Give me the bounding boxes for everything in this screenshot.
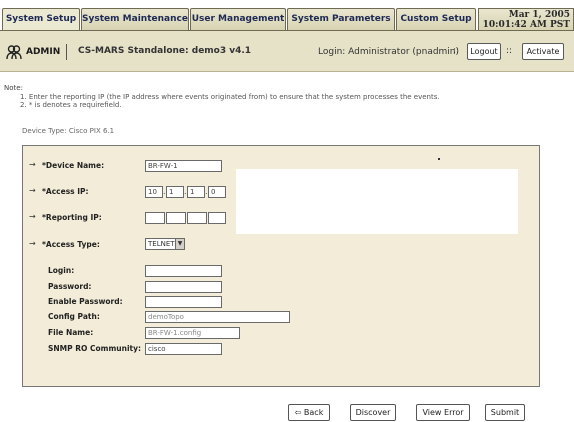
chevron-down-icon[interactable]: ▼ [175,239,184,249]
view-error-button[interactable]: View Error [416,404,470,421]
access-ip-octet-3[interactable]: 1 [187,186,205,198]
tab-system-maintenance[interactable]: System Maintenance [81,8,189,30]
tab-system-parameters[interactable]: System Parameters [287,8,395,30]
enable-password-label: Enable Password: [48,297,123,306]
arrow-icon: → [29,212,36,221]
tab-user-management[interactable]: User Management [190,8,286,30]
device-name-label: *Device Name: [42,161,105,170]
time-text: 10:01:42 AM PST [482,20,570,30]
note-line: 2. * is denotes a requirefield. [20,101,122,109]
logout-button[interactable]: Logout [467,43,501,60]
access-type-value: TELNET [148,240,175,248]
header-separator: :: [506,46,513,56]
file-name-input[interactable]: BR-FW-1.config [145,327,240,339]
login-input[interactable] [145,265,222,277]
header-separator: :: [453,46,460,56]
snmp-community-input[interactable]: cisco [145,343,222,355]
password-input[interactable] [145,281,222,293]
reporting-ip-label: *Reporting IP: [42,213,102,222]
reporting-ip-octet-2[interactable] [166,212,186,224]
access-ip-octet-2[interactable]: 1 [166,186,184,198]
stray-dot [438,158,440,160]
user-role-label: ADMIN [26,47,61,57]
system-title: CS-MARS Standalone: demo3 v4.1 [78,46,252,56]
header-divider [66,44,67,60]
datetime-display: Mar 1, 2005 10:01:42 AM PST [478,8,574,30]
date-text: Mar 1, 2005 [508,10,570,20]
top-nav: System Setup System Maintenance User Man… [0,0,574,30]
arrow-icon: → [29,186,36,195]
enable-password-input[interactable] [145,296,222,308]
back-button[interactable]: ⇦ Back [288,404,330,421]
tab-system-setup[interactable]: System Setup [2,8,80,30]
login-info: Login: Administrator (pnadmin) [318,47,460,57]
device-type-label: Device Type: Cisco PIX 6.1 [22,127,115,135]
access-ip-octet-4[interactable]: 0 [208,186,226,198]
config-path-label: Config Path: [48,312,100,321]
access-ip-octet-1[interactable]: 10 [145,186,163,198]
reporting-ip-octet-3[interactable] [187,212,207,224]
access-type-select[interactable]: TELNET ▼ [145,238,185,250]
access-type-label: *Access Type: [42,240,100,249]
note-heading: Note: [4,84,23,92]
file-name-label: File Name: [48,328,94,337]
login-label: Login: [48,266,75,275]
tab-custom-setup[interactable]: Custom Setup [396,8,476,30]
activate-button[interactable]: Activate [522,43,564,60]
access-ip-label: *Access IP: [42,187,89,196]
config-path-input[interactable]: demoTopo [145,311,290,323]
note-line: 1. Enter the reporting IP (the IP addres… [20,93,440,101]
arrow-icon: → [29,239,36,248]
password-label: Password: [48,282,92,291]
admin-user-icon [6,45,22,60]
submit-button[interactable]: Submit [485,404,525,421]
header-bar: ADMIN CS-MARS Standalone: demo3 v4.1 Log… [0,30,574,72]
discover-button[interactable]: Discover [350,404,396,421]
reporting-ip-octet-1[interactable] [145,212,165,224]
reporting-ip-octet-4[interactable] [208,212,226,224]
arrow-icon: → [29,160,36,169]
blank-area [236,169,518,234]
device-name-input[interactable]: BR-FW-1 [145,160,222,172]
snmp-community-label: SNMP RO Community: [48,344,142,353]
